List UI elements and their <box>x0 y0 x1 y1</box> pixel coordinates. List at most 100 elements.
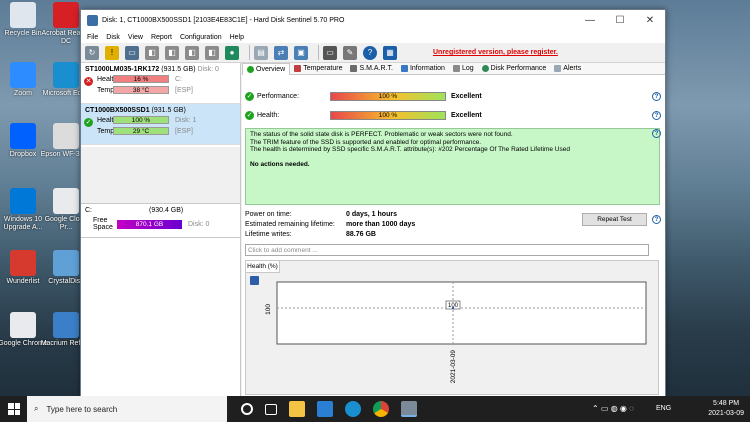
tab-label: Information <box>409 65 445 72</box>
taskbar: ⌕ Type here to search ⌃ ▭ ◍ ◉ ◌ ENG 5:48… <box>0 396 750 422</box>
disk-name: ST1000LM035-1RK172 <box>85 66 160 73</box>
performance-help-icon[interactable]: ? <box>652 92 661 101</box>
menu-configuration[interactable]: Configuration <box>176 34 226 41</box>
window-title: Disk: 1, CT1000BX500SSD1 [2103E4E83C1E] … <box>102 17 345 24</box>
language-indicator[interactable]: ENG <box>656 405 671 412</box>
health-bar: 16 % <box>113 75 169 83</box>
tab-smart[interactable]: S.M.A.R.T. <box>346 63 396 75</box>
network-icon[interactable]: ⇄ <box>274 45 288 60</box>
tab-information[interactable]: Information <box>397 63 449 75</box>
temp-bar: 29 °C <box>113 127 169 135</box>
volume-drive: C: <box>85 207 92 214</box>
tab-temperature[interactable]: Temperature <box>290 63 346 75</box>
tab-label: S.M.A.R.T. <box>359 65 393 72</box>
tab-overview[interactable]: Overview <box>242 62 291 75</box>
file-explorer-icon[interactable] <box>289 401 305 417</box>
hdd-icon[interactable]: ◧ <box>145 45 159 60</box>
health-ok-icon: ✓ <box>245 111 254 120</box>
hard-disk-sentinel-taskbar-icon[interactable] <box>401 401 417 417</box>
status-line: The TRIM feature of the SSD is supported… <box>250 138 482 146</box>
app-icon <box>53 312 79 338</box>
hdd-test-icon[interactable]: ◧ <box>165 45 179 60</box>
app-icon <box>87 15 98 26</box>
menu-file[interactable]: File <box>83 34 102 41</box>
tab-alerts[interactable]: Alerts <box>550 63 585 75</box>
minimize-button[interactable]: — <box>575 15 605 26</box>
chrome-icon[interactable] <box>373 401 389 417</box>
computers-icon[interactable]: ▣ <box>294 45 308 60</box>
health-label: Health: <box>257 112 280 119</box>
hard-disk-sentinel-window: Disk: 1, CT1000BX500SSD1 [2103E4E83C1E] … <box>80 9 666 397</box>
tab-label: Overview <box>256 65 286 73</box>
temp-bar: 38 °C <box>113 86 169 94</box>
health-status: Excellent <box>451 112 482 119</box>
disk-list-spacer <box>81 147 240 203</box>
thermometer-icon <box>294 65 302 72</box>
maximize-button[interactable]: ☐ <box>605 15 635 26</box>
app-icon <box>10 312 36 338</box>
unregistered-link[interactable]: Unregistered version, please register. <box>433 49 558 56</box>
app-icon <box>10 250 36 276</box>
menu-help[interactable]: Help <box>226 34 248 41</box>
volume-entry[interactable]: C: (930.4 GB) Free Space 870.1 GB Disk: 0 <box>81 203 241 238</box>
app-icon <box>53 123 79 149</box>
chart-tab[interactable]: Health (%) <box>246 261 280 273</box>
edge-icon[interactable] <box>345 401 361 417</box>
power-on-label: Power on time: <box>245 211 292 218</box>
menu-view[interactable]: View <box>124 34 147 41</box>
cortana-icon[interactable] <box>241 403 253 415</box>
disk-info-icon[interactable]: ▭ <box>125 45 139 60</box>
close-button[interactable]: ✕ <box>635 15 665 26</box>
disk-entry-1[interactable]: CT1000BX500SSD1 (931.5 GB) Health: 100 % D… <box>81 104 240 145</box>
menu-report[interactable]: Report <box>147 34 176 41</box>
warning-icon[interactable]: ! <box>105 45 119 60</box>
writes-label: Lifetime writes: <box>245 231 292 238</box>
status-help-icon[interactable]: ? <box>652 129 661 138</box>
disk-number: Disk: 1 <box>175 116 197 124</box>
health-bar: 100 % <box>330 111 446 120</box>
help-icon[interactable]: ? <box>363 45 377 60</box>
partition-label: [ESP] <box>175 127 193 135</box>
globe-icon[interactable]: ● <box>225 45 239 60</box>
refresh-icon[interactable]: ↻ <box>85 45 99 60</box>
menu-disk[interactable]: Disk <box>102 34 124 41</box>
repeat-test-button[interactable]: Repeat Test <box>582 213 647 226</box>
search-box[interactable]: ⌕ Type here to search <box>27 396 227 422</box>
title-bar: Disk: 1, CT1000BX500SSD1 [2103E4E83C1E] … <box>81 10 665 31</box>
monitor-icon[interactable]: ▭ <box>323 45 337 60</box>
task-view-icon[interactable] <box>265 403 277 415</box>
tab-label: Alerts <box>563 65 582 72</box>
health-chart-panel: Health (%) 100 100 2021-03-09 <box>245 260 659 395</box>
hdd-settings-icon[interactable]: ◧ <box>205 45 219 60</box>
toolbar-separator <box>318 45 319 60</box>
health-help-icon[interactable]: ? <box>652 111 661 120</box>
comment-field[interactable]: Click to add comment ... <box>245 244 649 256</box>
clock-time: 5:48 PM <box>713 400 740 407</box>
health-chart: 100 100 2021-03-09 <box>265 281 647 383</box>
temp-label: Temp.: <box>97 127 119 135</box>
document-icon[interactable]: ▤ <box>254 45 268 60</box>
search-placeholder: Type here to search <box>46 404 118 414</box>
health-bar: 100 % <box>113 116 169 124</box>
tray-icons[interactable]: ⌃ ▭ ◍ ◉ ◌ <box>592 404 634 413</box>
log-icon <box>452 65 460 72</box>
tab-log[interactable]: Log <box>449 63 478 75</box>
lifetime-value: more than 1000 days <box>346 221 416 228</box>
tools-icon[interactable]: ✎ <box>343 45 357 60</box>
temp-label: Temp.: <box>97 86 119 94</box>
app-icon <box>10 62 36 88</box>
writes-value: 88.76 GB <box>346 231 376 238</box>
mail-icon[interactable] <box>317 401 333 417</box>
performance-ok-icon: ✓ <box>245 92 254 101</box>
disk-entry-0[interactable]: ST1000LM035-1RK172 (931.5 GB) Disk: 0 He… <box>81 63 240 104</box>
update-icon[interactable]: ▦ <box>383 45 397 60</box>
tab-disk-performance[interactable]: Disk Performance <box>478 63 551 75</box>
tab-label: Temperature <box>303 65 343 72</box>
start-button[interactable] <box>8 403 20 415</box>
drive-letter: C: <box>175 75 182 83</box>
clock[interactable]: 5:48 PM 2021-03-09 <box>708 399 744 419</box>
hdd-surface-icon[interactable]: ◧ <box>185 45 199 60</box>
status-line: No actions needed. <box>250 161 310 169</box>
error-icon: ✕ <box>84 77 93 86</box>
repeat-test-help-icon[interactable]: ? <box>652 215 661 224</box>
